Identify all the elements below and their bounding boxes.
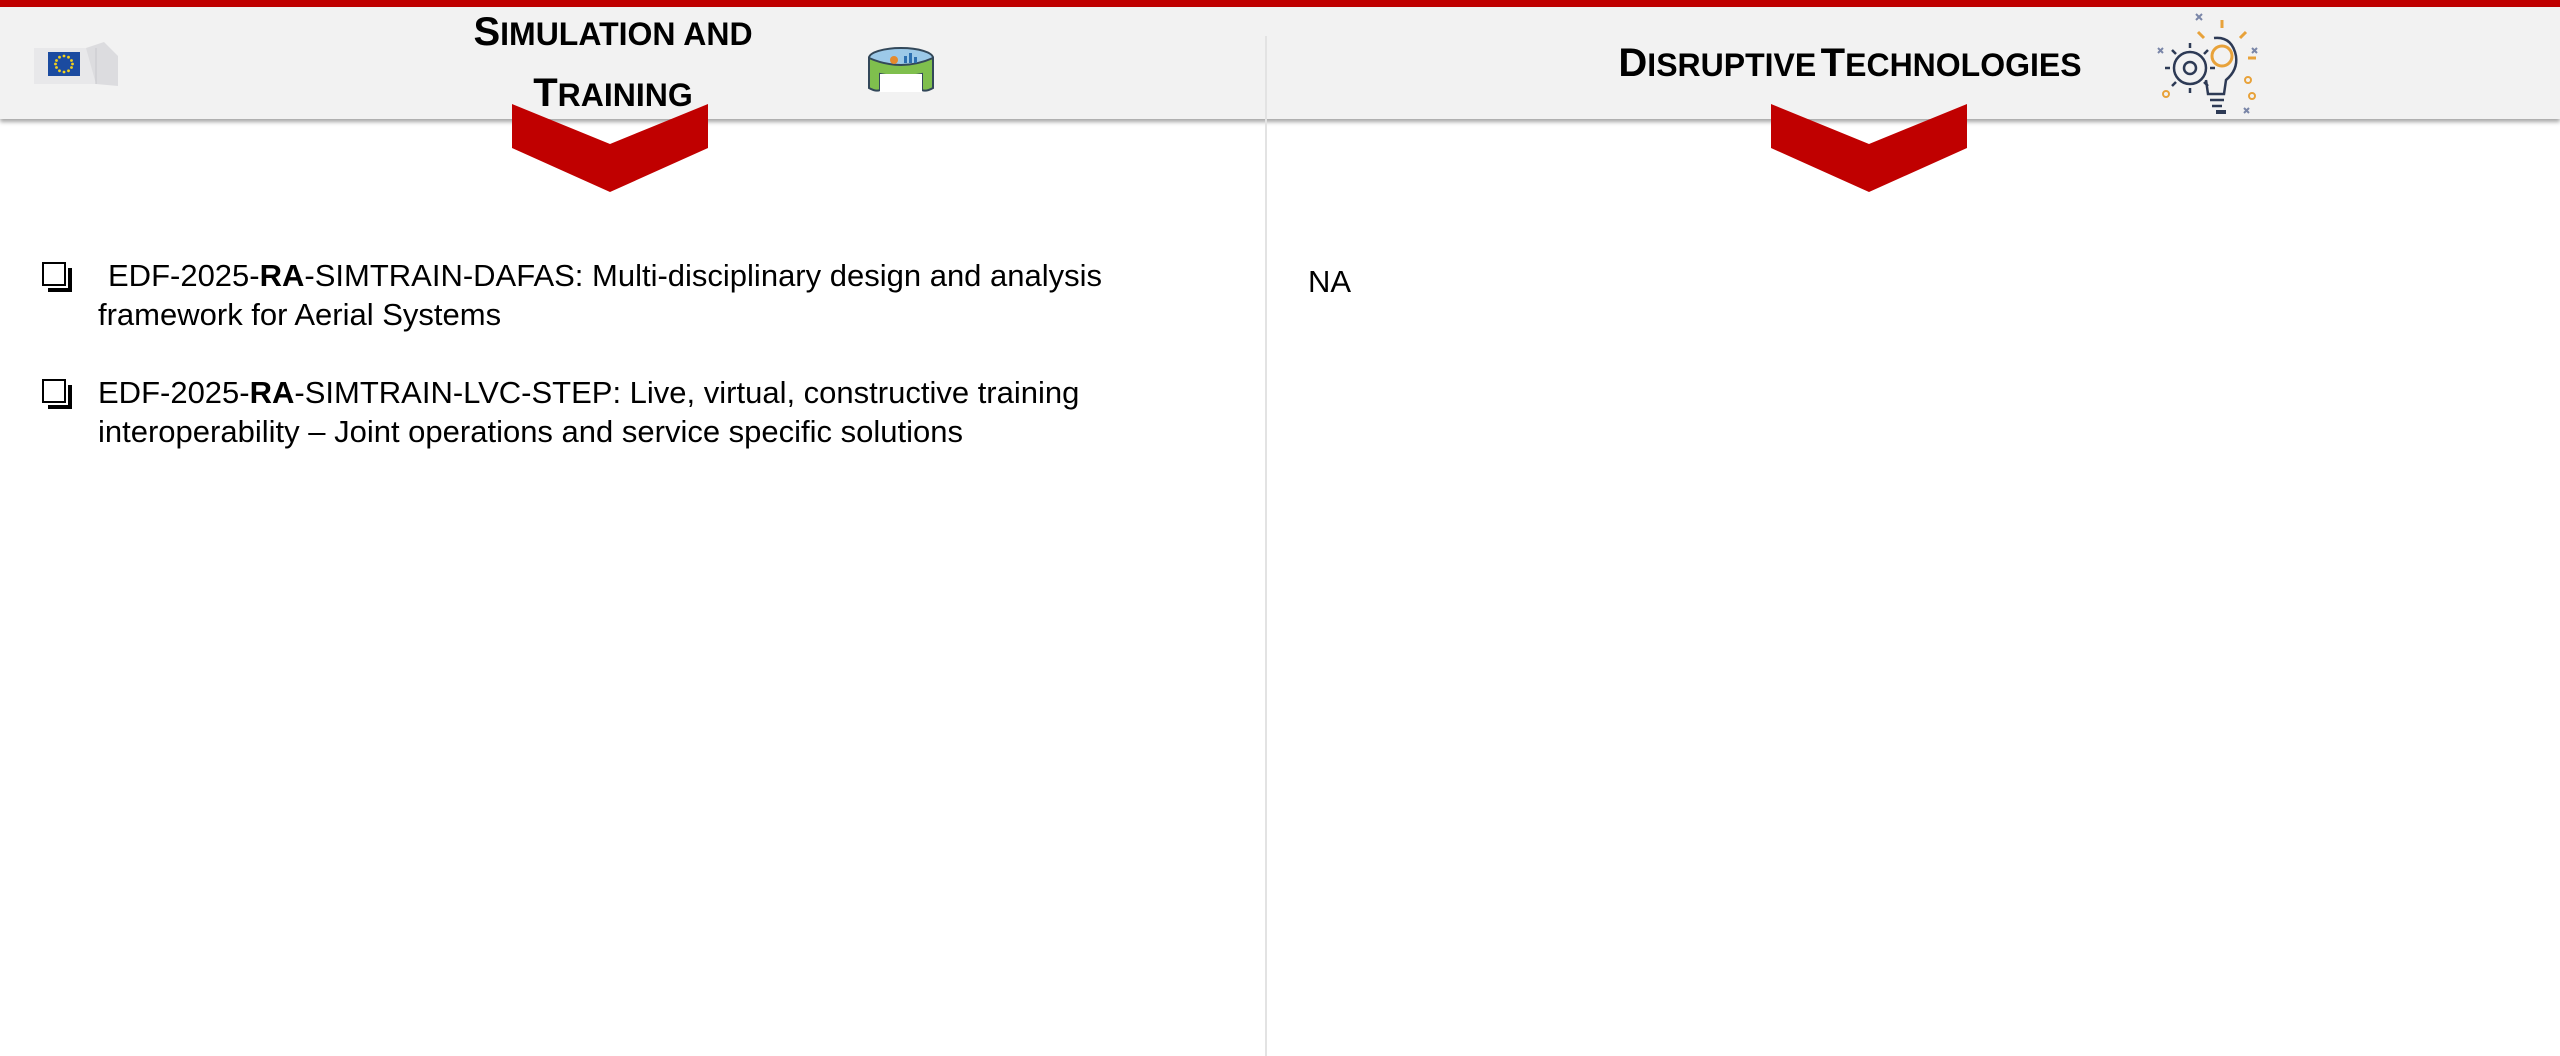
lightbulb-gear-icon <box>2157 13 2258 114</box>
list-item: EDF-2025-RA-SIMTRAIN-DAFAS: Multi-discip… <box>38 256 1238 334</box>
heading-initial: D <box>1618 41 1648 85</box>
topic-type: RA <box>259 258 305 293</box>
simtrain-topic-list: EDF-2025-RA-SIMTRAIN-DAFAS: Multi-discip… <box>38 256 1238 490</box>
heading-rest: ECHNOLOGIES <box>1845 47 2082 83</box>
topic-text-continued: framework for Aerial Systems <box>98 297 502 332</box>
topic-text: -SIMTRAIN-LVC-STEP: Live, virtual, const… <box>294 375 1080 410</box>
topic-text: -SIMTRAIN-DAFAS: Multi-disciplinary desi… <box>304 258 1103 293</box>
heading-initial: S <box>473 10 501 54</box>
disruptive-technologies-heading: DISRUPTIVE TECHNOLOGIES <box>1560 36 2140 99</box>
top-accent-bar <box>0 0 2560 7</box>
simulation-dome-icon <box>868 47 934 92</box>
heading-initial: T <box>1820 41 1846 85</box>
chevron-down-icon <box>512 104 708 192</box>
topic-type: RA <box>249 375 295 410</box>
chevron-down-icon <box>1771 104 1967 192</box>
column-divider <box>1265 36 1267 1056</box>
checkbox-bullet-icon <box>42 262 72 292</box>
list-item: EDF-2025-RA-SIMTRAIN-LVC-STEP: Live, vir… <box>38 373 1238 451</box>
topic-prefix: EDF-2025- <box>98 375 250 410</box>
heading-rest: IMULATION AND <box>500 16 753 52</box>
checkbox-bullet-icon <box>42 379 72 409</box>
topic-prefix: EDF-2025- <box>108 258 260 293</box>
eu-flag-logo-icon <box>34 42 118 86</box>
heading-rest: ISRUPTIVE <box>1647 47 1817 83</box>
heading-line-1: SIMULATION AND <box>440 6 786 67</box>
disruptive-technologies-content: NA <box>1308 264 1352 299</box>
topic-text-continued: interoperability – Joint operations and … <box>98 414 964 449</box>
